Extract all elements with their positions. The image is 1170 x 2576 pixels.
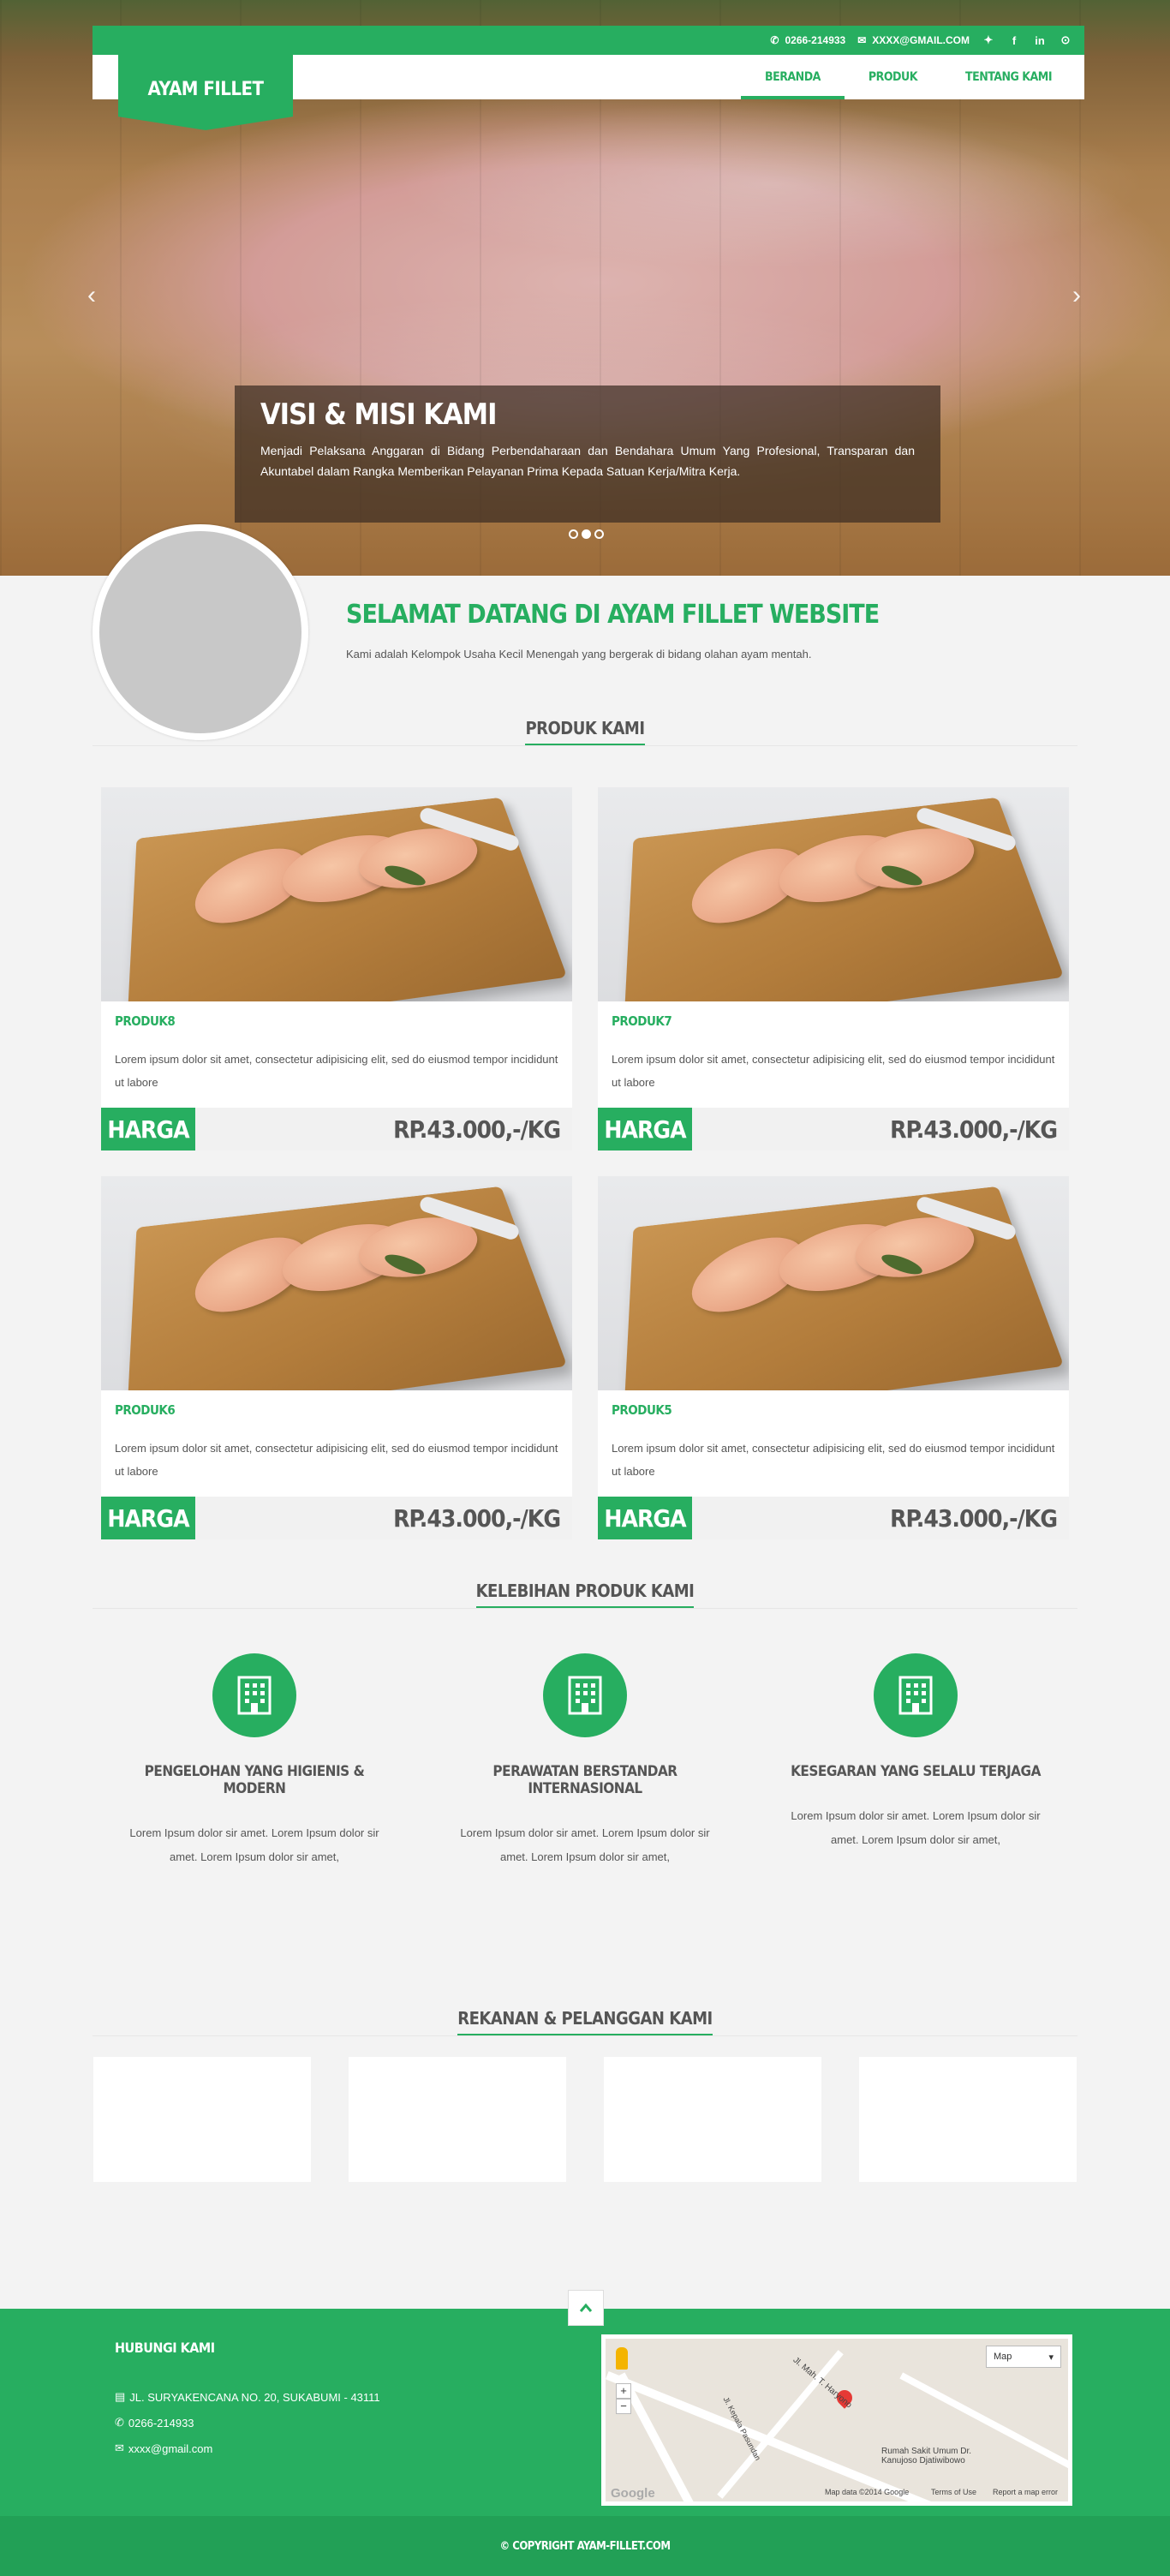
building-icon	[874, 1653, 958, 1737]
product-card[interactable]: PRODUK8 Lorem ipsum dolor sit amet, cons…	[101, 787, 572, 1151]
facebook-icon[interactable]: f	[1007, 34, 1021, 47]
welcome-text: Kami adalah Kelompok Usaha Kecil Menenga…	[346, 648, 811, 660]
slider-dot[interactable]	[594, 529, 604, 539]
linkedin-icon[interactable]: in	[1033, 34, 1047, 47]
partner-logo[interactable]	[349, 2057, 566, 2182]
partners-heading: REKANAN & PELANGGAN KAMI	[0, 2008, 1170, 2036]
slider-dot-active[interactable]	[582, 529, 591, 539]
phone-icon: ✆	[115, 2416, 124, 2430]
contact-address: ▤ JL. SURYAKENCANA NO. 20, SUKABUMI - 43…	[115, 2390, 380, 2404]
building-icon: ▤	[115, 2390, 125, 2404]
feature-text: Lorem Ipsum dolor sir amet. Lorem Ipsum …	[446, 1821, 724, 1869]
slider-prev-arrow[interactable]: ‹	[87, 281, 96, 310]
product-price: RP.43.000,-/KG	[890, 1115, 1069, 1144]
chevron-up-icon	[579, 2303, 593, 2313]
partner-logo[interactable]	[859, 2057, 1077, 2182]
partner-logo[interactable]	[93, 2057, 311, 2182]
map-place-label: Rumah Sakit Umum Dr. Kanujoso Djatiwibow…	[881, 2447, 993, 2465]
product-name[interactable]: PRODUK8	[115, 1013, 558, 1029]
product-card[interactable]: PRODUK6 Lorem ipsum dolor sit amet, cons…	[101, 1176, 572, 1539]
slider-next-arrow[interactable]: ›	[1072, 281, 1081, 310]
harga-label: HARGA	[598, 1497, 692, 1539]
feature-item: PENGELOHAN YANG HIGIENIS & MODERN Lorem …	[116, 1653, 393, 1869]
product-price-bar: HARGA RP.43.000,-/KG	[598, 1497, 1069, 1539]
features-heading: KELEBIHAN PRODUK KAMI	[0, 1581, 1170, 1609]
google-logo: Google	[611, 2486, 655, 2501]
top-email[interactable]: ✉ XXXX@GMAIL.COM	[857, 34, 970, 46]
building-icon	[543, 1653, 627, 1737]
map-terms-link[interactable]: Terms of Use	[931, 2488, 976, 2496]
phone-icon: ✆	[770, 34, 779, 46]
product-image[interactable]	[598, 787, 1069, 1001]
map-report-link[interactable]: Report a map error	[993, 2488, 1058, 2496]
site-logo[interactable]: AYAM FILLET	[118, 55, 293, 130]
product-card[interactable]: PRODUK5 Lorem ipsum dolor sit amet, cons…	[598, 1176, 1069, 1539]
contact-phone: ✆ 0266-214933	[115, 2416, 380, 2430]
zoom-in-button[interactable]: +	[616, 2383, 631, 2399]
slider-caption: VISI & MISI KAMI Menjadi Pelaksana Angga…	[235, 386, 940, 523]
feature-item: PERAWATAN BERSTANDAR INTERNASIONAL Lorem…	[446, 1653, 724, 1869]
product-card[interactable]: PRODUK7 Lorem ipsum dolor sit amet, cons…	[598, 787, 1069, 1151]
feature-text: Lorem Ipsum dolor sir amet. Lorem Ipsum …	[777, 1804, 1054, 1852]
product-name[interactable]: PRODUK5	[612, 1402, 1055, 1418]
contact-title: HUBUNGI KAMI	[115, 2340, 380, 2356]
contact-email[interactable]: ✉ xxxx@gmail.com	[115, 2442, 380, 2455]
product-image[interactable]	[101, 787, 572, 1001]
nav-produk[interactable]: PRODUK	[845, 55, 941, 99]
product-price-bar: HARGA RP.43.000,-/KG	[598, 1108, 1069, 1151]
product-name[interactable]: PRODUK6	[115, 1402, 558, 1418]
product-name[interactable]: PRODUK7	[612, 1013, 1055, 1029]
copyright: © COPYRIGHT AYAM-FILLET.COM	[0, 2516, 1170, 2576]
feature-text: Lorem Ipsum dolor sir amet. Lorem Ipsum …	[116, 1821, 393, 1869]
avatar	[93, 524, 308, 740]
map-type-select[interactable]: Map ▾	[986, 2346, 1061, 2368]
location-map[interactable]: + − Map ▾ Jl. Mah. T. Haryono Jl. Kepala…	[601, 2334, 1072, 2506]
feature-title: PERAWATAN BERSTANDAR INTERNASIONAL	[446, 1763, 724, 1797]
product-description: Lorem ipsum dolor sit amet, consectetur …	[115, 1048, 558, 1094]
slider-dot[interactable]	[569, 529, 578, 539]
harga-label: HARGA	[598, 1108, 692, 1151]
slider-dots	[569, 529, 604, 539]
products-heading: PRODUK KAMI	[0, 718, 1170, 746]
partner-logo[interactable]	[604, 2057, 821, 2182]
feature-title: KESEGARAN YANG SELALU TERJAGA	[777, 1763, 1054, 1780]
twitter-icon[interactable]: ✦	[982, 33, 995, 47]
product-description: Lorem ipsum dolor sit amet, consectetur …	[612, 1048, 1055, 1094]
footer: HUBUNGI KAMI ▤ JL. SURYAKENCANA NO. 20, …	[0, 2309, 1170, 2523]
pegman-icon[interactable]	[616, 2347, 628, 2370]
top-phone: ✆ 0266-214933	[770, 34, 845, 46]
envelope-icon: ✉	[115, 2442, 124, 2455]
product-price-bar: HARGA RP.43.000,-/KG	[101, 1497, 572, 1539]
product-price-bar: HARGA RP.43.000,-/KG	[101, 1108, 572, 1151]
nav-tentang-kami[interactable]: TENTANG KAMI	[941, 55, 1076, 99]
nav-beranda[interactable]: BERANDA	[741, 55, 845, 99]
hero-slider: ✆ 0266-214933 ✉ XXXX@GMAIL.COM ✦ f in ⊙ …	[0, 0, 1170, 576]
building-icon	[212, 1653, 296, 1737]
contact-info: HUBUNGI KAMI ▤ JL. SURYAKENCANA NO. 20, …	[115, 2340, 380, 2455]
product-image[interactable]	[101, 1176, 572, 1390]
feature-title: PENGELOHAN YANG HIGIENIS & MODERN	[116, 1763, 393, 1797]
feature-item: KESEGARAN YANG SELALU TERJAGA Lorem Ipsu…	[777, 1653, 1054, 1869]
slider-text: Menjadi Pelaksana Anggaran di Bidang Per…	[260, 440, 915, 481]
product-price: RP.43.000,-/KG	[393, 1504, 572, 1533]
product-description: Lorem ipsum dolor sit amet, consectetur …	[115, 1437, 558, 1483]
slider-title: VISI & MISI KAMI	[260, 397, 915, 432]
product-grid: PRODUK8 Lorem ipsum dolor sit amet, cons…	[0, 787, 1170, 1539]
welcome-title: SELAMAT DATANG DI AYAM FILLET WEBSITE	[346, 600, 879, 630]
top-bar: ✆ 0266-214933 ✉ XXXX@GMAIL.COM ✦ f in ⊙	[93, 26, 1084, 55]
harga-label: HARGA	[101, 1108, 195, 1151]
partner-list	[0, 2057, 1170, 2182]
map-pin-icon[interactable]: ⊙	[1059, 33, 1072, 47]
zoom-out-button[interactable]: −	[616, 2399, 631, 2414]
harga-label: HARGA	[101, 1497, 195, 1539]
chevron-down-icon: ▾	[1048, 2352, 1054, 2362]
feature-list: PENGELOHAN YANG HIGIENIS & MODERN Lorem …	[0, 1653, 1170, 1869]
back-to-top-button[interactable]	[568, 2290, 604, 2326]
product-price: RP.43.000,-/KG	[890, 1504, 1069, 1533]
envelope-icon: ✉	[857, 34, 866, 46]
product-image[interactable]	[598, 1176, 1069, 1390]
map-attribution: Map data ©2014 Google	[825, 2488, 909, 2496]
product-price: RP.43.000,-/KG	[393, 1115, 572, 1144]
product-description: Lorem ipsum dolor sit amet, consectetur …	[612, 1437, 1055, 1483]
